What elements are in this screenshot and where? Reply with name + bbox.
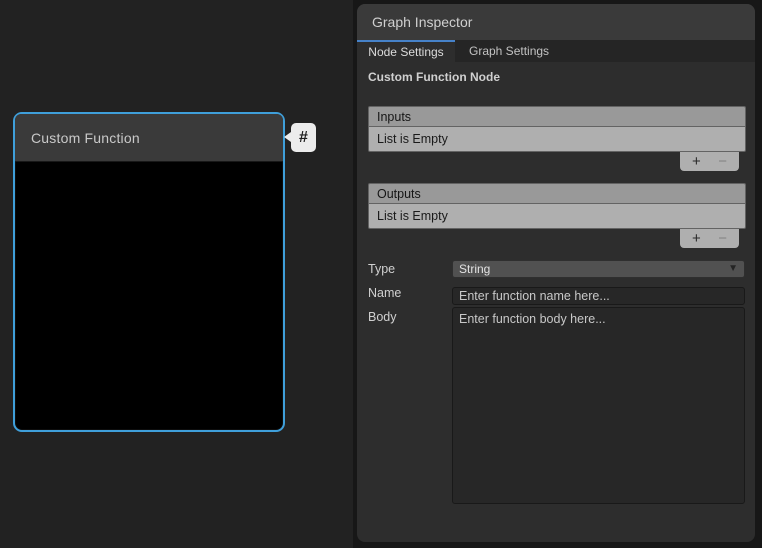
inputs-list: Inputs List is Empty [368,106,746,152]
inspector-title-bar[interactable]: Graph Inspector [357,4,755,40]
inputs-list-header: Inputs [368,106,746,126]
body-field-label: Body [368,310,397,324]
tab-graph-settings[interactable]: Graph Settings [455,40,563,62]
outputs-list-header: Outputs [368,183,746,203]
outputs-list: Outputs List is Empty [368,183,746,229]
node-title-bar[interactable]: Custom Function [15,114,283,162]
inputs-list-footer: + − [680,152,739,171]
outputs-list-empty-row: List is Empty [368,203,746,229]
inspector-title: Graph Inspector [357,14,472,30]
function-name-input[interactable] [452,287,745,305]
name-field-label: Name [368,286,401,300]
inputs-remove-button[interactable]: − [713,152,733,171]
inputs-list-empty-row: List is Empty [368,126,746,152]
type-field-label: Type [368,262,395,276]
outputs-list-footer: + − [680,229,739,248]
function-body-textarea[interactable] [452,307,745,504]
graph-inspector-panel: Graph Inspector Node Settings Graph Sett… [357,4,755,542]
inputs-add-button[interactable]: + [686,152,706,171]
tab-node-settings[interactable]: Node Settings [357,40,455,62]
graph-canvas[interactable]: Custom Function # [0,0,353,548]
hash-badge-tail [284,132,291,142]
node-title: Custom Function [15,130,140,146]
outputs-remove-button[interactable]: − [713,229,733,248]
hash-badge-icon: # [291,123,316,152]
outputs-add-button[interactable]: + [686,229,706,248]
chevron-down-icon: ▼ [728,264,738,274]
custom-function-node[interactable]: Custom Function [13,112,285,432]
section-title: Custom Function Node [368,70,500,84]
type-dropdown-value: String [459,262,490,276]
type-dropdown[interactable]: String ▼ [452,260,745,278]
inspector-tab-bar: Node Settings Graph Settings [357,40,755,62]
